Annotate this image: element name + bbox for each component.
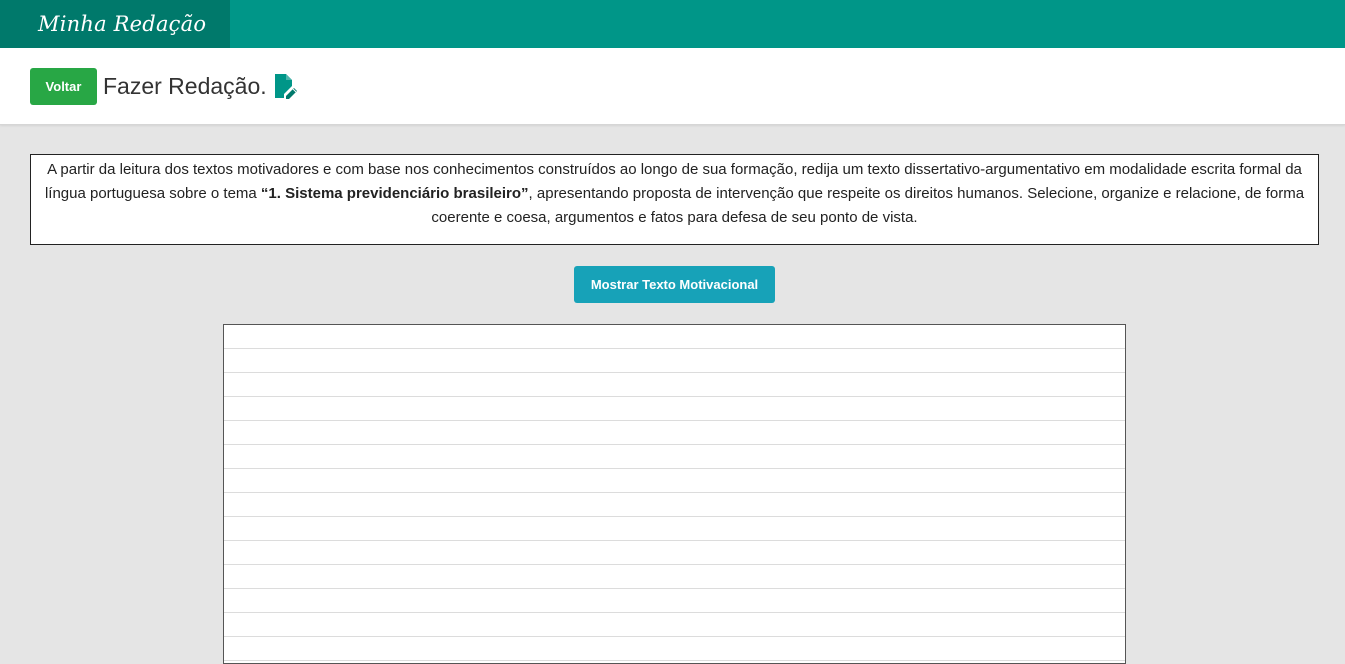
essay-textarea[interactable] [223,324,1126,664]
page-title-container: Fazer Redação. [103,73,297,100]
document-edit-icon [273,73,297,99]
prompt-text-after: , apresentando proposta de intervenção q… [431,185,1305,226]
page-title: Fazer Redação. [103,72,267,99]
brand-logo[interactable]: Minha Redação [0,0,230,48]
back-button[interactable]: Voltar [30,67,97,105]
essay-prompt: A partir da leitura dos textos motivador… [30,154,1319,245]
page-header: Voltar Fazer Redação. [0,48,1345,125]
top-navbar: Minha Redação [0,0,1345,48]
prompt-theme: “1. Sistema previdenciário brasileiro” [260,185,529,202]
show-motivational-text-button[interactable]: Mostrar Texto Motivacional [574,266,775,303]
